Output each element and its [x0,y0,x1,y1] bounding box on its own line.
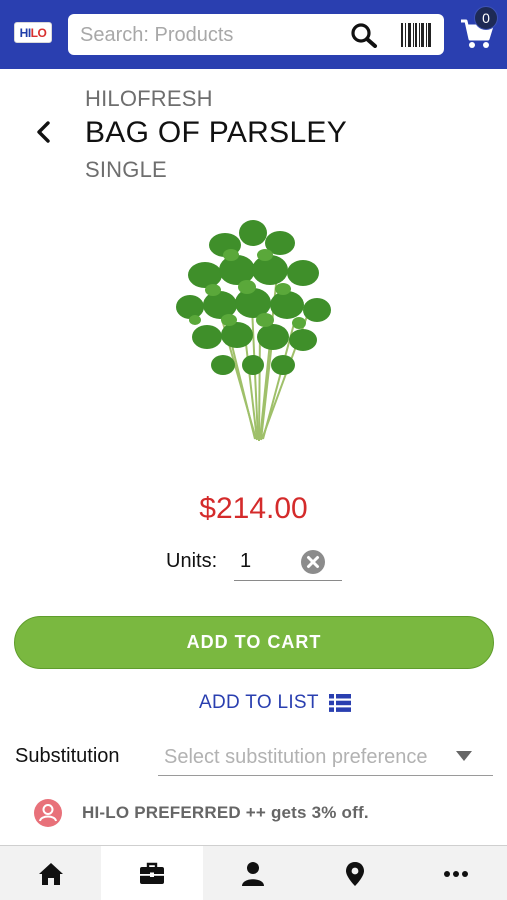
nav-more[interactable] [406,846,507,900]
chevron-down-icon[interactable] [455,750,473,762]
units-value[interactable]: 1 [240,550,251,573]
search-box [68,14,444,55]
add-to-list-label: ADD TO LIST [199,692,319,713]
product-name: BAG OF PARSLEY [85,116,348,149]
add-to-cart-button[interactable]: ADD TO CART [14,616,494,669]
preferred-promo: HI-LO PREFERRED ++ gets 3% off. [34,798,369,828]
add-to-list-button[interactable]: ADD TO LIST [199,691,351,715]
user-icon [242,861,265,886]
hilo-logo[interactable]: HI LO [14,22,52,43]
nav-departments[interactable] [101,846,203,900]
units-label: Units: [166,550,218,572]
product-size: SINGLE [85,157,167,182]
substitution-dropdown[interactable]: Select substitution preference [158,738,493,776]
barcode-icon[interactable] [401,23,431,47]
nav-stores[interactable] [304,846,405,900]
units-input[interactable]: 1 [234,544,342,581]
substitution-label: Substitution [15,745,120,767]
back-arrow-icon[interactable] [34,120,54,144]
bottom-nav [0,845,507,900]
home-icon [38,862,63,885]
preferred-promo-text: HI-LO PREFERRED ++ gets 3% off. [82,803,369,822]
top-app-bar: HILO 0 [0,0,507,69]
nav-account[interactable] [203,846,304,900]
list-icon [328,694,351,712]
more-icon [444,870,469,877]
nav-home[interactable] [0,846,101,900]
search-icon[interactable] [350,22,378,48]
product-image [176,220,331,442]
substitution-placeholder: Select substitution preference [164,746,428,768]
briefcase-icon [140,862,165,884]
preferred-user-icon [34,799,62,827]
location-pin-icon [345,861,364,886]
product-price: $214.00 [199,492,308,525]
cart-count-badge: 0 [474,6,498,30]
search-input[interactable] [80,22,340,48]
clear-icon[interactable] [300,549,326,575]
product-brand: HILOFRESH [85,86,213,111]
